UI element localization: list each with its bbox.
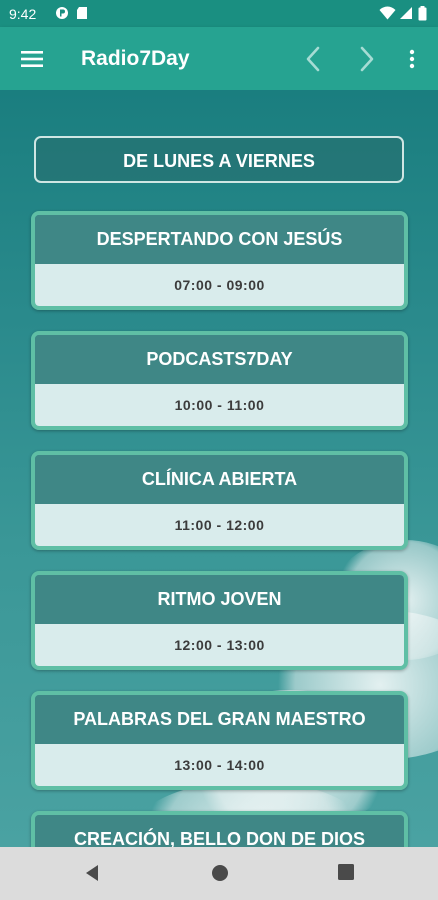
- wifi-icon: [379, 6, 396, 20]
- program-card[interactable]: CLÍNICA ABIERTA 11:00 - 12:00: [31, 451, 408, 550]
- program-hours: 12:00 - 13:00: [35, 624, 404, 666]
- chevron-left-icon[interactable]: [299, 43, 327, 75]
- program-name: PODCASTS7DAY: [35, 335, 404, 384]
- program-name: CREACIÓN, BELLO DON DE DIOS: [35, 815, 404, 847]
- schedule-content[interactable]: DE LUNES A VIERNES DESPERTANDO CON JESÚS…: [0, 90, 438, 847]
- program-card[interactable]: PALABRAS DEL GRAN MAESTRO 13:00 - 14:00: [31, 691, 408, 790]
- status-time: 9:42: [9, 6, 37, 22]
- program-card[interactable]: CREACIÓN, BELLO DON DE DIOS: [31, 811, 408, 847]
- home-icon[interactable]: [211, 864, 229, 887]
- program-name: PALABRAS DEL GRAN MAESTRO: [35, 695, 404, 744]
- battery-icon: [418, 6, 427, 21]
- program-hours: 10:00 - 11:00: [35, 384, 404, 426]
- app-bar: Radio7Day: [0, 27, 438, 90]
- more-vert-icon[interactable]: [402, 45, 422, 73]
- program-card[interactable]: DESPERTANDO CON JESÚS 07:00 - 09:00: [31, 211, 408, 310]
- program-hours: 07:00 - 09:00: [35, 264, 404, 306]
- program-name: CLÍNICA ABIERTA: [35, 455, 404, 504]
- program-card[interactable]: RITMO JOVEN 12:00 - 13:00: [31, 571, 408, 670]
- program-name: RITMO JOVEN: [35, 575, 404, 624]
- data-saver-icon: [55, 6, 69, 20]
- recents-icon[interactable]: [338, 864, 354, 885]
- program-card[interactable]: PODCASTS7DAY 10:00 - 11:00: [31, 331, 408, 430]
- schedule-heading: DE LUNES A VIERNES: [34, 136, 404, 183]
- program-hours: 11:00 - 12:00: [35, 504, 404, 546]
- program-name: DESPERTANDO CON JESÚS: [35, 215, 404, 264]
- chevron-right-icon[interactable]: [353, 43, 381, 75]
- app-title: Radio7Day: [81, 47, 190, 70]
- program-hours: 13:00 - 14:00: [35, 744, 404, 786]
- back-icon[interactable]: [84, 864, 100, 887]
- signal-icon: [399, 6, 413, 20]
- status-bar: 9:42: [0, 0, 438, 27]
- sd-card-icon: [76, 6, 90, 20]
- menu-icon[interactable]: [18, 45, 46, 73]
- navigation-bar: [0, 847, 438, 900]
